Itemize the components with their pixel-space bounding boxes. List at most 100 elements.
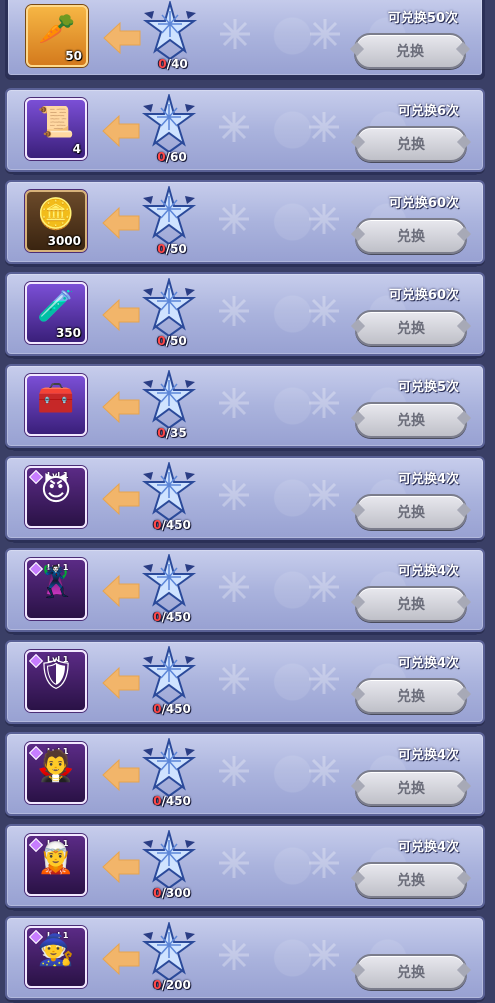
snowflake-pattern-icon (219, 572, 249, 602)
exchange-row: Lvl 1 🧛 0/450 可兑换4次 兑换 (5, 732, 485, 819)
exchange-limit-label: 可兑换6次 (397, 104, 459, 119)
carrot-bag-icon: 🥕 (38, 12, 76, 47)
arrow-left-icon (102, 298, 140, 332)
snowflake-pattern-icon (309, 940, 339, 970)
snowflake-pattern-icon (309, 296, 339, 326)
hero-portrait-icon: 🦹 (37, 565, 75, 600)
exchange-limit-label: 可兑换60次 (388, 196, 459, 211)
star-token-icon (141, 462, 197, 522)
item-quantity: 50 (65, 49, 82, 63)
progress-label: 0/450 (153, 702, 191, 716)
item-slot[interactable]: Lvl 1 😈 (25, 466, 87, 528)
star-token-icon (141, 554, 197, 614)
snowflake-pattern-icon (219, 756, 249, 786)
progress-label: 0/40 (158, 57, 188, 71)
coin-icon: 🪙 (37, 197, 75, 232)
exchange-button[interactable]: 兑换 (355, 586, 467, 622)
progress-label: 0/200 (153, 978, 191, 992)
exchange-limit-label: 可兑换4次 (397, 840, 459, 855)
hero-portrait-icon: 🧛 (37, 749, 75, 784)
progress-label: 0/450 (153, 794, 191, 808)
exchange-row: Lvl 1 🧝 0/300 可兑换4次 兑换 (5, 824, 485, 911)
snowflake-pattern-icon (220, 19, 250, 49)
snowflake-pattern-icon (309, 572, 339, 602)
hero-portrait-icon: 🧙 (37, 933, 75, 968)
snowflake-pattern-icon (219, 480, 249, 510)
exchange-button[interactable]: 兑换 (355, 862, 467, 898)
progress-label: 0/35 (157, 426, 187, 440)
star-token-icon (141, 922, 197, 982)
star-token-icon (141, 646, 197, 706)
potion-icon: 🧪 (37, 289, 75, 324)
snowflake-pattern-icon (219, 940, 249, 970)
item-slot[interactable]: 🧪 350 (25, 282, 87, 344)
exchange-list: 🥕 50 0/40 可兑换50次 兑换 📜 4 0/60 可兑换6次 兑换 🪙 … (0, 0, 495, 1003)
exchange-button[interactable]: 兑换 (355, 770, 467, 806)
exchange-button[interactable]: 兑换 (355, 678, 467, 714)
exchange-row: 📜 4 0/60 可兑换6次 兑换 (5, 88, 485, 175)
star-token-icon (141, 94, 197, 154)
exchange-limit-label: 可兑换4次 (397, 564, 459, 579)
arrow-left-icon (102, 114, 140, 148)
exchange-button[interactable]: 兑换 (355, 218, 467, 254)
arrow-left-icon (103, 21, 141, 55)
snowflake-pattern-icon (219, 296, 249, 326)
progress-label: 0/50 (157, 334, 187, 348)
star-token-icon (141, 370, 197, 430)
exchange-button[interactable]: 兑换 (355, 126, 467, 162)
item-quantity: 350 (55, 326, 81, 340)
exchange-row: Lvl 1 🧙 0/200 兑换 (5, 916, 485, 1003)
exchange-limit-label: 可兑换4次 (397, 656, 459, 671)
item-quantity: 4 (72, 142, 81, 156)
star-token-icon (141, 278, 197, 338)
snowflake-pattern-icon (309, 388, 339, 418)
exchange-row: Lvl 1 😈 0/450 可兑换4次 兑换 (5, 456, 485, 543)
item-slot[interactable]: 🪙 3000 (25, 190, 87, 252)
snowflake-pattern-icon (309, 848, 339, 878)
exchange-limit-label: 可兑换4次 (397, 472, 459, 487)
exchange-row: 🧪 350 0/50 可兑换60次 兑换 (5, 272, 485, 359)
exchange-button[interactable]: 兑换 (355, 310, 467, 346)
exchange-limit-label: 可兑换4次 (397, 748, 459, 763)
arrow-left-icon (102, 666, 140, 700)
exchange-button[interactable]: 兑换 (354, 33, 466, 69)
item-quantity: 3000 (47, 234, 81, 248)
exchange-row: 🥕 50 0/40 可兑换50次 兑换 (5, 0, 485, 80)
arrow-left-icon (102, 758, 140, 792)
exchange-button[interactable]: 兑换 (355, 402, 467, 438)
item-slot[interactable]: 📜 4 (25, 98, 87, 160)
exchange-button[interactable]: 兑换 (355, 954, 467, 990)
item-slot[interactable]: 🧰 (25, 374, 87, 436)
exchange-button[interactable]: 兑换 (355, 494, 467, 530)
hero-portrait-icon: 😈 (40, 473, 72, 508)
arrow-left-icon (102, 206, 140, 240)
item-slot[interactable]: Lvl 1 🧙 (25, 926, 87, 988)
arrow-left-icon (102, 574, 140, 608)
exchange-limit-label: 可兑换50次 (387, 11, 458, 26)
exchange-row: Lvl 1 🛡 0/450 可兑换4次 兑换 (5, 640, 485, 727)
exchange-row: Lvl 1 🦹 0/450 可兑换4次 兑换 (5, 548, 485, 635)
progress-label: 0/450 (153, 518, 191, 532)
item-slot[interactable]: Lvl 1 🛡 (25, 650, 87, 712)
snowflake-pattern-icon (309, 480, 339, 510)
item-slot[interactable]: Lvl 1 🧝 (25, 834, 87, 896)
snowflake-pattern-icon (219, 848, 249, 878)
exchange-limit-label: 可兑换5次 (397, 380, 459, 395)
arrow-left-icon (102, 390, 140, 424)
star-token-icon (141, 830, 197, 890)
hero-portrait-icon: 🧝 (37, 841, 75, 876)
item-slot[interactable]: Lvl 1 🧛 (25, 742, 87, 804)
star-token-icon (141, 186, 197, 246)
chest-icon: 🧰 (37, 381, 75, 416)
scroll-icon: 📜 (37, 105, 75, 140)
progress-label: 0/450 (153, 610, 191, 624)
progress-label: 0/300 (153, 886, 191, 900)
item-slot[interactable]: 🥕 50 (26, 5, 88, 67)
star-token-icon (141, 738, 197, 798)
snowflake-pattern-icon (309, 204, 339, 234)
snowflake-pattern-icon (219, 112, 249, 142)
item-slot[interactable]: Lvl 1 🦹 (25, 558, 87, 620)
snowflake-pattern-icon (219, 664, 249, 694)
snowflake-pattern-icon (309, 112, 339, 142)
arrow-left-icon (102, 942, 140, 976)
